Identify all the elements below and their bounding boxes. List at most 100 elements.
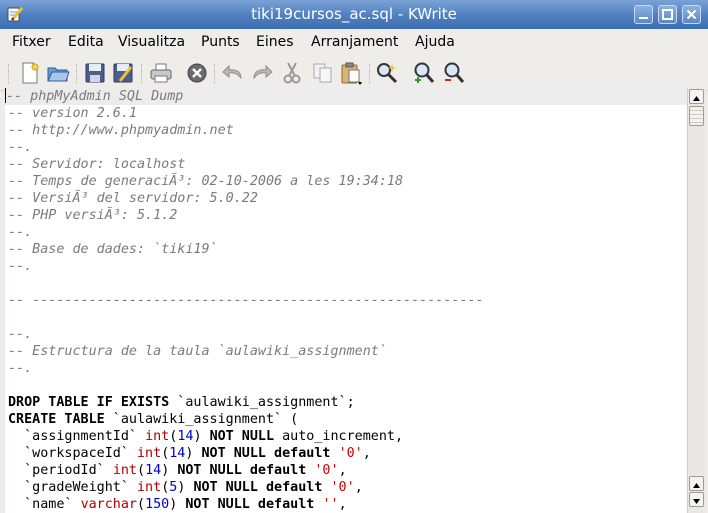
print-button[interactable] <box>148 60 174 86</box>
code-line[interactable]: -- VersiÃ³ del servidor: 5.0.22 <box>8 190 258 207</box>
code-token: , <box>362 446 371 461</box>
code-token: --. <box>8 140 33 155</box>
open-button[interactable] <box>45 60 71 86</box>
code-line[interactable]: -- version 2.6.1 <box>8 105 137 122</box>
arrow-down-icon <box>693 499 700 504</box>
code-line[interactable]: CREATE TABLE `aulawiki_assignment` ( <box>8 411 298 428</box>
code-token: 150 <box>145 497 170 512</box>
code-token: int <box>145 429 170 444</box>
code-token: varchar <box>80 497 137 512</box>
code-token: '0' <box>338 446 363 461</box>
menu-eines[interactable]: Eines <box>256 33 294 51</box>
code-token: ( <box>137 497 146 512</box>
code-token: , <box>338 463 347 478</box>
scrollbar-thumb[interactable] <box>689 106 704 126</box>
close-document-button[interactable] <box>184 60 210 86</box>
code-token: -- Estructura de la taula `aulawiki_assi… <box>8 344 387 359</box>
code-token: ) <box>193 429 210 444</box>
code-line[interactable]: -- -------------------------------------… <box>8 292 484 309</box>
undo-button[interactable] <box>220 60 246 86</box>
code-line[interactable]: `workspaceId` int(14) NOT NULL default '… <box>8 445 371 462</box>
code-line[interactable]: -- PHP versiÃ³: 5.1.2 <box>8 207 177 224</box>
title-bar[interactable]: tiki19cursos_ac.sql - KWrite <box>0 0 708 29</box>
copy-button[interactable] <box>310 60 336 86</box>
code-line[interactable]: -- Base de dades: `tiki19` <box>8 241 218 258</box>
menu-arranjament[interactable]: Arranjament <box>311 33 398 51</box>
code-token: DROP TABLE IF EXISTS <box>8 395 170 410</box>
code-line[interactable]: --. <box>8 224 32 241</box>
code-token: `gradeWeight` <box>8 480 137 495</box>
menu-edita[interactable]: Edita <box>68 33 104 51</box>
code-token: -- http://www.phpmyadmin.net <box>8 123 234 138</box>
scroll-up-button-bottom[interactable] <box>689 476 704 491</box>
code-token: CREATE TABLE <box>8 412 105 427</box>
code-line[interactable]: --. <box>8 139 32 156</box>
save-button[interactable] <box>82 60 108 86</box>
code-token: `workspaceId` <box>8 446 137 461</box>
code-line[interactable]: -- phpMyAdmin SQL Dump <box>5 88 687 105</box>
code-token: int <box>137 446 162 461</box>
code-line[interactable]: -- Temps de generaciÃ³: 02-10-2006 a les… <box>8 173 403 190</box>
code-token: -- Base de dades: `tiki19` <box>8 242 218 257</box>
zoom-out-button[interactable] <box>441 60 467 86</box>
find-button[interactable] <box>374 60 400 86</box>
save-as-icon <box>113 63 133 83</box>
code-line[interactable]: `periodId` int(14) NOT NULL default '0', <box>8 462 347 479</box>
save-as-button[interactable] <box>110 60 136 86</box>
cut-button[interactable] <box>279 60 305 86</box>
menu-ajuda[interactable]: Ajuda <box>415 33 455 51</box>
code-line[interactable]: `name` varchar(150) NOT NULL default '', <box>8 496 347 513</box>
code-token: '0' <box>330 480 355 495</box>
paste-button[interactable] <box>338 60 364 86</box>
code-token: -- Servidor: localhost <box>8 157 186 172</box>
code-token: NOT NULL <box>209 429 275 444</box>
code-line[interactable]: DROP TABLE IF EXISTS `aulawiki_assignmen… <box>8 394 355 411</box>
code-token: --. <box>8 327 33 342</box>
maximize-button[interactable] <box>658 5 677 24</box>
code-token: , <box>338 497 347 512</box>
open-folder-icon <box>47 67 70 82</box>
paste-icon <box>341 62 362 85</box>
zoom-in-icon <box>414 62 435 83</box>
code-token: --. <box>8 225 33 240</box>
code-token: ) <box>177 480 194 495</box>
main-toolbar <box>0 56 708 91</box>
toolbar-separator <box>141 64 142 84</box>
new-document-button[interactable] <box>17 60 43 86</box>
text-editor[interactable]: -- phpMyAdmin SQL Dump -- version 2.6.1 --… <box>5 88 687 513</box>
code-line[interactable]: `gradeWeight` int(5) NOT NULL default '0… <box>8 479 363 496</box>
redo-icon <box>253 64 273 80</box>
menu-fitxer[interactable]: Fitxer <box>12 33 51 51</box>
code-token: NOT NULL default <box>185 497 315 512</box>
toolbar-separator <box>214 64 215 84</box>
kwrite-window: tiki19cursos_ac.sql - KWrite Fitxer Edit… <box>0 0 708 513</box>
redo-button[interactable] <box>249 60 275 86</box>
scroll-down-button[interactable] <box>689 492 704 507</box>
menu-punts[interactable]: Punts <box>201 33 240 51</box>
code-token: '' <box>322 497 339 512</box>
menu-visualitza[interactable]: Visualitza <box>118 33 185 51</box>
code-line[interactable]: `assignmentId` int(14) NOT NULL auto_inc… <box>8 428 403 445</box>
toolbar-separator <box>76 64 77 84</box>
code-token: '0' <box>314 463 339 478</box>
zoom-in-button[interactable] <box>411 60 437 86</box>
code-line[interactable]: --. <box>8 360 32 377</box>
minimize-button[interactable] <box>634 5 653 24</box>
arrow-up-icon <box>693 483 700 488</box>
code-line[interactable]: -- Servidor: localhost <box>8 156 185 173</box>
copy-icon <box>313 63 332 83</box>
scroll-up-button[interactable] <box>689 89 704 104</box>
code-line[interactable]: -- http://www.phpmyadmin.net <box>8 122 234 139</box>
vertical-scrollbar[interactable] <box>687 88 706 513</box>
toolbar-handle[interactable] <box>8 64 9 84</box>
code-line[interactable]: --. <box>8 258 32 275</box>
code-token: NOT NULL default <box>177 463 307 478</box>
close-document-icon <box>187 63 207 83</box>
code-line[interactable]: --. <box>8 326 32 343</box>
code-token: --. <box>8 259 33 274</box>
code-token: `periodId` <box>8 463 113 478</box>
cut-icon <box>283 62 301 84</box>
close-button[interactable] <box>682 5 701 24</box>
code-line[interactable]: -- Estructura de la taula `aulawiki_assi… <box>8 343 387 360</box>
